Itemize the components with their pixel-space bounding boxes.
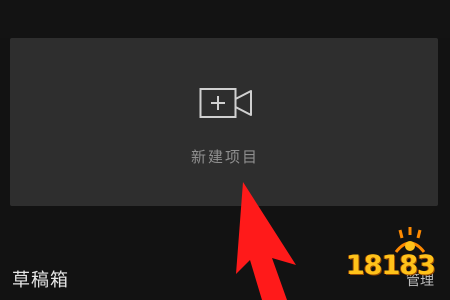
top-bar	[0, 0, 450, 38]
new-project-button[interactable]	[10, 38, 438, 206]
drafts-title: 草稿箱	[12, 270, 69, 291]
new-project-label: 新建项目	[190, 148, 259, 166]
video-camera-plus-icon	[199, 88, 252, 118]
watermark-text: 18183	[346, 250, 436, 281]
